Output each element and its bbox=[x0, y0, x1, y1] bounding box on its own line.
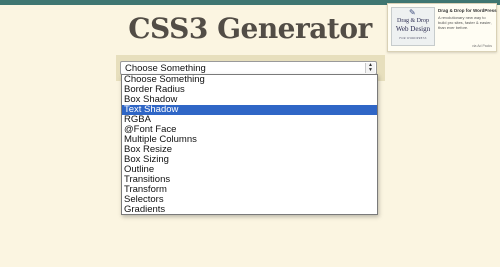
select-arrow-icon[interactable]: ▲ ▼ bbox=[365, 63, 375, 73]
arrow-down-icon: ▼ bbox=[368, 67, 373, 73]
advertisement[interactable]: ✎ Drag & Drop Web Design FOR WORDPRESS D… bbox=[387, 3, 497, 52]
dropdown-option[interactable]: Box Sizing bbox=[122, 155, 377, 165]
dropdown-option[interactable]: Gradients bbox=[122, 205, 377, 215]
feature-select[interactable]: Choose Something ▲ ▼ bbox=[120, 61, 377, 75]
ad-thumbnail[interactable]: ✎ Drag & Drop Web Design FOR WORDPRESS bbox=[391, 7, 435, 46]
feature-select-dropdown[interactable]: Choose Something Border Radius Box Shadow T… bbox=[121, 74, 378, 215]
ad-via-link[interactable]: via Ad Packs bbox=[472, 44, 492, 48]
ad-thumb-line2: Web Design bbox=[395, 25, 431, 33]
ad-thumb-line1: Drag & Drop bbox=[397, 18, 429, 24]
ad-thumb-line3: FOR WORDPRESS bbox=[399, 36, 427, 40]
pencil-icon: ✎ bbox=[409, 8, 416, 17]
dropdown-option[interactable]: Text Shadow bbox=[122, 105, 377, 115]
ad-title-link[interactable]: Drag & Drop for WordPress bbox=[438, 8, 497, 13]
ad-description: A revolutionary new way to build pro sit… bbox=[438, 15, 492, 30]
